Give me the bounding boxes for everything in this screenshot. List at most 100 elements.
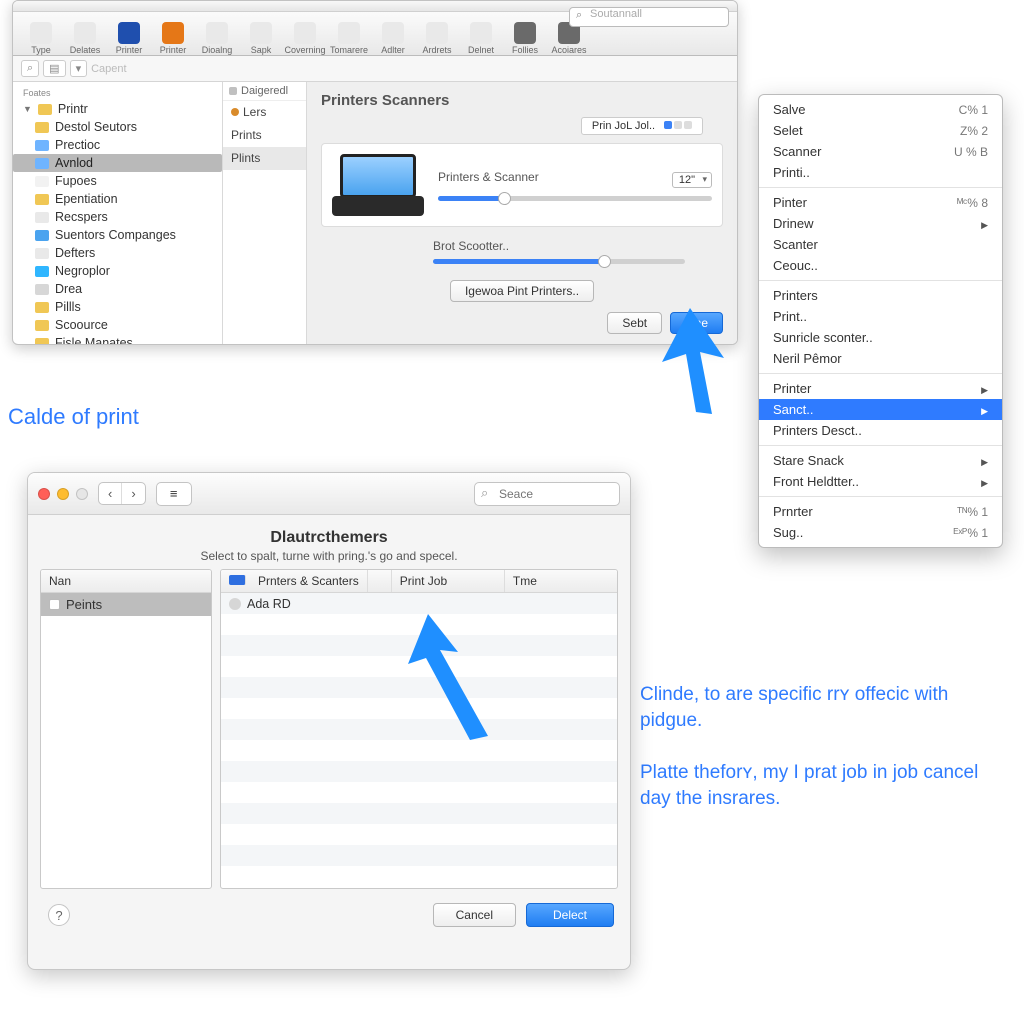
subtool-label: Capent	[91, 63, 126, 75]
disclosure-icon: ▼	[23, 104, 32, 114]
menu-item[interactable]: Sunricle sconter..	[759, 327, 1002, 348]
menu-item[interactable]: SalveC% 1	[759, 99, 1002, 120]
table-col-3[interactable]: Tme	[505, 570, 617, 592]
row-icon	[229, 598, 241, 610]
dialog-search[interactable]	[474, 482, 620, 506]
toolbar-item-8[interactable]: Adlter	[371, 22, 415, 55]
toolbar-item-5[interactable]: Sapk	[239, 22, 283, 55]
table-col-2[interactable]: Print Job	[392, 570, 505, 592]
printer-icon	[332, 154, 424, 216]
menu-item[interactable]: Print..	[759, 306, 1002, 327]
folder-icon	[35, 122, 49, 133]
toolbar-item-6[interactable]: Coverning	[283, 22, 327, 55]
prefs-body: Foates ▼PrintrDestol SeutorsPrectiocAvnl…	[13, 82, 737, 344]
table-row[interactable]	[221, 803, 617, 824]
menu-item[interactable]: Sanct..	[759, 399, 1002, 420]
tree-item-11[interactable]: Pillls	[13, 298, 222, 316]
job-dots	[664, 121, 692, 129]
tree-item-13[interactable]: Fisle Manates	[13, 334, 222, 344]
menu-item[interactable]: Printi..	[759, 162, 1002, 183]
menu-item[interactable]: Drinew	[759, 213, 1002, 234]
dialog-title: Dlautrcthemers	[38, 529, 620, 547]
menu-item[interactable]: Neril Pêmor	[759, 348, 1002, 369]
nav-forward[interactable]: ›	[121, 483, 144, 504]
tree-item-5[interactable]: Epentiation	[13, 190, 222, 208]
list-view-button[interactable]: ≡	[156, 482, 192, 506]
tree-item-0[interactable]: ▼Printr	[13, 100, 222, 118]
nav-back[interactable]: ‹	[99, 483, 121, 504]
tree-item-9[interactable]: Negroplor	[13, 262, 222, 280]
mid-item-2[interactable]: Plints	[223, 147, 306, 170]
table-row[interactable]	[221, 845, 617, 866]
dialog-cancel-button[interactable]: Cancel	[433, 903, 516, 927]
menu-item[interactable]: ScannerU % B	[759, 141, 1002, 162]
toolbar-item-2[interactable]: Printer	[107, 22, 151, 55]
toolbar-item-4[interactable]: Dioalng	[195, 22, 239, 55]
menu-item[interactable]: Printer	[759, 378, 1002, 399]
menu-item[interactable]: Prnrterᵀᴺ% 1	[759, 501, 1002, 522]
table-row[interactable]	[221, 824, 617, 845]
menu-shortcut: U % B	[954, 145, 988, 159]
menu-item[interactable]: Printers Desct..	[759, 420, 1002, 441]
tree-item-10[interactable]: Drea	[13, 280, 222, 298]
tree-item-6[interactable]: Recspers	[13, 208, 222, 226]
menu-item[interactable]: Printers	[759, 285, 1002, 306]
submenu-arrow-icon	[981, 381, 988, 396]
context-menu[interactable]: SalveC% 1SeletZ% 2ScannerU % BPrinti.. Pi…	[758, 94, 1003, 548]
help-button[interactable]: ?	[48, 904, 70, 926]
dialog-search-input[interactable]	[474, 482, 620, 506]
checkbox[interactable]	[49, 599, 60, 610]
close-icon[interactable]	[38, 488, 50, 500]
mid-item-1[interactable]: Prints	[223, 124, 306, 147]
table-row[interactable]	[221, 866, 617, 887]
dialog-window: ‹ › ≡ Dlautrcthemers Select to spalt, tu…	[27, 472, 631, 970]
traffic-lights[interactable]	[38, 488, 88, 500]
tree-item-2[interactable]: Prectioc	[13, 136, 222, 154]
print-job-pill[interactable]: Prin JoL Jol..	[581, 117, 703, 135]
menu-item[interactable]: Front Heldtter..	[759, 471, 1002, 492]
submenu-arrow-icon	[981, 474, 988, 489]
minimize-icon[interactable]	[57, 488, 69, 500]
subtool-dropdown[interactable]: ▾	[70, 60, 88, 77]
open-printers-button[interactable]: Igewoa Pint Printers..	[450, 280, 594, 302]
tree-item-4[interactable]: Fupoes	[13, 172, 222, 190]
size-select[interactable]: 12"	[672, 172, 712, 188]
slider-1[interactable]	[438, 196, 712, 201]
table-col-1[interactable]: Prnters & Scanters	[221, 570, 392, 592]
toolbar-item-7[interactable]: Tomarere	[327, 22, 371, 55]
table-row[interactable]	[221, 761, 617, 782]
toolbar-item-9[interactable]: Ardrets	[415, 22, 459, 55]
toolbar-search[interactable]: Soutannall	[569, 7, 729, 27]
toolbar-icon	[250, 22, 272, 44]
menu-item[interactable]: Sug..ᴱˣᴾ% 1	[759, 522, 1002, 543]
tree-item-12[interactable]: Scoource	[13, 316, 222, 334]
zoom-icon[interactable]	[76, 488, 88, 500]
tree-item-8[interactable]: Defters	[13, 244, 222, 262]
dialog-subtitle: Select to spalt, turne with pring.'s go …	[38, 549, 620, 563]
menu-item[interactable]: Pinterᴹᶜ% 8	[759, 192, 1002, 213]
folder-icon	[35, 176, 49, 187]
search-icon[interactable]: ⌕	[21, 60, 39, 77]
folder-icon	[35, 194, 49, 205]
toolbar-item-11[interactable]: Follies	[503, 22, 547, 55]
tree-item-7[interactable]: Suentors Companges	[13, 226, 222, 244]
menu-item[interactable]: SeletZ% 2	[759, 120, 1002, 141]
dialog-ok-button[interactable]: Delect	[526, 903, 614, 927]
menu-item[interactable]: Scanter	[759, 234, 1002, 255]
toolbar-item-0[interactable]: Type	[19, 22, 63, 55]
toolbar-item-1[interactable]: Delates	[63, 22, 107, 55]
mid-item-0[interactable]: Lers	[223, 101, 306, 124]
table-row[interactable]	[221, 782, 617, 803]
tree-item-3[interactable]: Avnlod	[13, 154, 222, 172]
list-item[interactable]: Peints	[41, 593, 211, 616]
tree-item-1[interactable]: Destol Seutors	[13, 118, 222, 136]
folder-icon	[35, 230, 49, 241]
menu-item[interactable]: Stare Snack	[759, 450, 1002, 471]
toolbar-item-10[interactable]: Delnet	[459, 22, 503, 55]
toolbar-item-3[interactable]: Printer	[151, 22, 195, 55]
submenu-arrow-icon	[981, 453, 988, 468]
menu-item[interactable]: Ceouc..	[759, 255, 1002, 276]
nav-back-forward[interactable]: ‹ ›	[98, 482, 146, 505]
slider-2[interactable]	[433, 259, 685, 264]
subtool-seg[interactable]: ▤	[43, 60, 65, 77]
